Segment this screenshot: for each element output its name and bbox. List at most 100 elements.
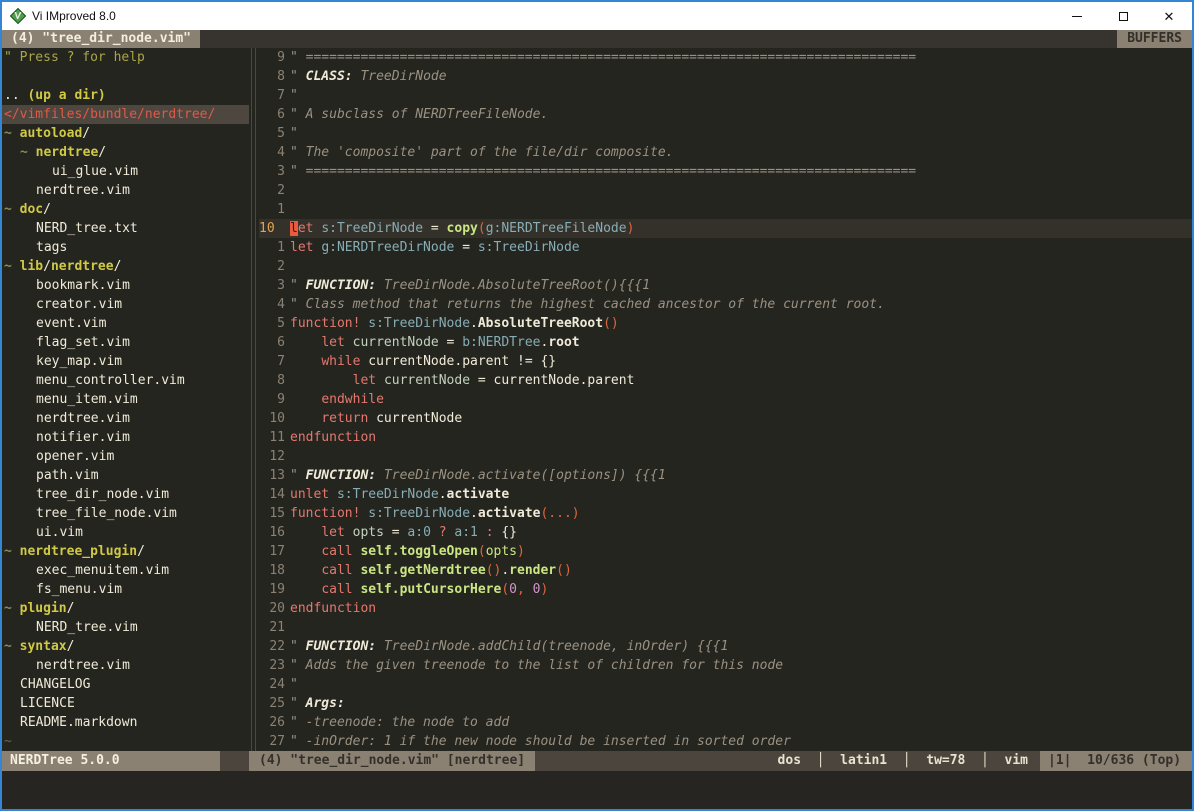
tree-file-item[interactable]: tree_dir_node.vim [2,485,249,504]
code-line-current[interactable]: 10let s:TreeDirNode = copy(g:NERDTreeFil… [259,219,1192,238]
tree-dir-item[interactable]: ~ plugin/ [2,599,249,618]
line-number: 24 [259,675,285,694]
tree-dir-item[interactable]: ~ doc/ [2,200,249,219]
code-line[interactable]: 25" Args: [259,694,1192,713]
tree-file-item[interactable]: path.vim [2,466,249,485]
code-line[interactable]: 9" =====================================… [259,48,1192,67]
tree-file-item[interactable]: event.vim [2,314,249,333]
code-line[interactable]: 13" FUNCTION: TreeDirNode.activate([opti… [259,466,1192,485]
code-line[interactable]: 10 return currentNode [259,409,1192,428]
cursor-position: |1| 10/636 (Top) [1040,751,1192,771]
code-line[interactable]: 26" -treenode: the node to add [259,713,1192,732]
line-number: 5 [259,124,285,143]
line-number: 13 [259,466,285,485]
tree-dir-item[interactable]: ~ autoload/ [2,124,249,143]
tree-file-item[interactable]: tree_file_node.vim [2,504,249,523]
nerdtree-status: NERDTree 5.0.0 [2,751,220,771]
tree-file-item[interactable]: README.markdown [2,713,249,732]
tree-item-label: notifier.vim [36,430,130,445]
tree-file-item[interactable]: opener.vim [2,447,249,466]
tree-file-item[interactable]: menu_controller.vim [2,371,249,390]
code-line[interactable]: 5function! s:TreeDirNode.AbsoluteTreeRoo… [259,314,1192,333]
line-number: 22 [259,637,285,656]
code-line[interactable]: 11endfunction [259,428,1192,447]
close-button[interactable]: ✕ [1146,2,1192,30]
tree-file-item[interactable]: nerdtree.vim [2,656,249,675]
code-line[interactable]: 19 call self.putCursorHere(0, 0) [259,580,1192,599]
code-line[interactable]: 9 endwhile [259,390,1192,409]
code-text: return currentNode [285,409,462,428]
code-text [285,447,290,466]
split-separator[interactable] [249,48,259,751]
tree-file-item[interactable]: tags [2,238,249,257]
code-line[interactable]: 7" [259,86,1192,105]
tree-item-label: nerdtree [36,145,99,160]
code-line[interactable]: 27" -inOrder: 1 if the new node should b… [259,732,1192,751]
code-line[interactable]: 23" Adds the given treenode to the list … [259,656,1192,675]
tree-file-item[interactable]: exec_menuitem.vim [2,561,249,580]
tree-dir-item[interactable]: ~ nerdtree_plugin/ [2,542,249,561]
code-line[interactable]: 12 [259,447,1192,466]
code-line[interactable]: 16 let opts = a:0 ? a:1 : {} [259,523,1192,542]
code-line[interactable]: 4" The 'composite' part of the file/dir … [259,143,1192,162]
tree-root-item[interactable]: </vimfiles/bundle/nerdtree/ [2,105,249,124]
code-line[interactable]: 2 [259,181,1192,200]
tree-file-item[interactable]: CHANGELOG [2,675,249,694]
code-line[interactable]: 3" =====================================… [259,162,1192,181]
tree-dir-item[interactable]: ~ syntax/ [2,637,249,656]
maximize-button[interactable] [1100,2,1146,30]
line-number: 14 [259,485,285,504]
tree-file-item[interactable]: ui.vim [2,523,249,542]
tree-file-item[interactable]: menu_item.vim [2,390,249,409]
code-text: " CLASS: TreeDirNode [285,67,447,86]
code-line[interactable]: 24" [259,675,1192,694]
tree-item-label: lib [20,259,43,274]
code-line[interactable]: 3" FUNCTION: TreeDirNode.AbsoluteTreeRoo… [259,276,1192,295]
code-line[interactable]: 21 [259,618,1192,637]
tree-file-item[interactable]: NERD_tree.txt [2,219,249,238]
tree-file-item[interactable]: NERD_tree.vim [2,618,249,637]
code-text: " ======================================… [285,162,916,181]
code-line[interactable]: 18 call self.getNerdtree().render() [259,561,1192,580]
tree-file-item[interactable]: fs_menu.vim [2,580,249,599]
code-line[interactable]: 5" [259,124,1192,143]
code-line[interactable]: 4" Class method that returns the highest… [259,295,1192,314]
code-line[interactable]: 22" FUNCTION: TreeDirNode.addChild(treen… [259,637,1192,656]
tree-file-item[interactable]: LICENCE [2,694,249,713]
tree-item-label: fs_menu.vim [36,582,122,597]
code-line[interactable]: 15function! s:TreeDirNode.activate(...) [259,504,1192,523]
tree-up-dir-item[interactable]: .. (up a dir) [2,86,249,105]
tab-active[interactable]: (4) "tree_dir_node.vim" [2,30,200,48]
tree-item-label: event.vim [36,316,106,331]
tree-file-item[interactable]: notifier.vim [2,428,249,447]
code-line[interactable]: 1 [259,200,1192,219]
code-line[interactable]: 8 let currentNode = currentNode.parent [259,371,1192,390]
code-line[interactable]: 14unlet s:TreeDirNode.activate [259,485,1192,504]
tab-bar-fill [200,30,1117,48]
tree-dir-item[interactable]: ~ nerdtree/ [2,143,249,162]
tree-dir-item[interactable]: ~ lib/nerdtree/ [2,257,249,276]
code-line[interactable]: 1let g:NERDTreeDirNode = s:TreeDirNode [259,238,1192,257]
tree-item-label: " Press ? for help [4,50,145,65]
tree-item-label: / [67,639,75,654]
tree-file-item[interactable]: ui_glue.vim [2,162,249,181]
tree-file-item[interactable]: creator.vim [2,295,249,314]
tree-item-label: ~ [20,145,36,160]
command-line[interactable] [2,771,1192,809]
minimize-button[interactable] [1054,2,1100,30]
tree-file-item[interactable]: flag_set.vim [2,333,249,352]
tree-file-item[interactable]: nerdtree.vim [2,409,249,428]
code-text: " FUNCTION: TreeDirNode.addChild(treenod… [285,637,728,656]
line-number: 6 [259,333,285,352]
code-line[interactable]: 17 call self.toggleOpen(opts) [259,542,1192,561]
code-line[interactable]: 6 let currentNode = b:NERDTree.root [259,333,1192,352]
tree-file-item[interactable]: key_map.vim [2,352,249,371]
code-line[interactable]: 2 [259,257,1192,276]
tree-file-item[interactable]: nerdtree.vim [2,181,249,200]
code-line[interactable]: 7 while currentNode.parent != {} [259,352,1192,371]
tree-file-item[interactable]: bookmark.vim [2,276,249,295]
code-line[interactable]: 8" CLASS: TreeDirNode [259,67,1192,86]
editor-buffer[interactable]: 9" =====================================… [259,48,1192,751]
code-line[interactable]: 6" A subclass of NERDTreeFileNode. [259,105,1192,124]
code-line[interactable]: 20endfunction [259,599,1192,618]
